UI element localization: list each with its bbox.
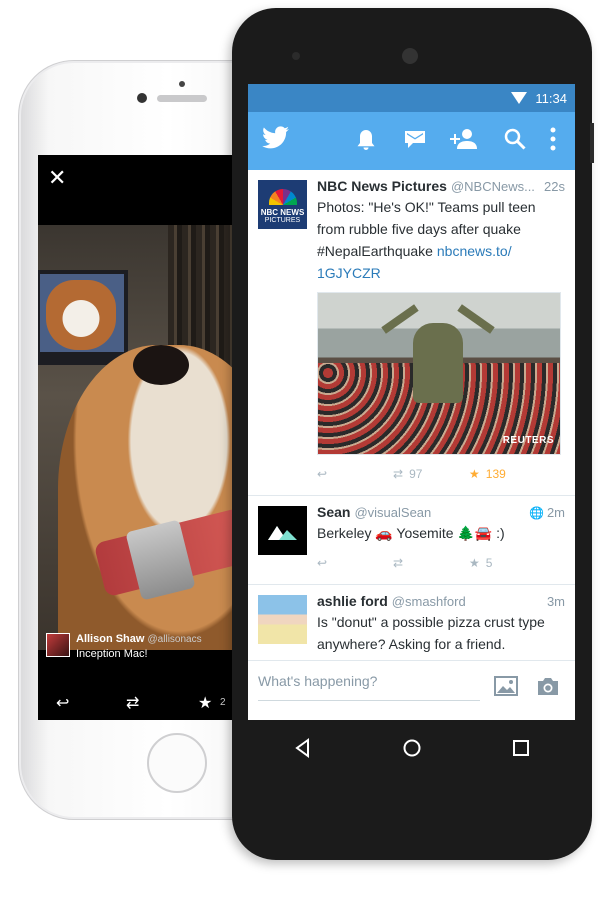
marketing-stage: ✕ Allison Shaw @allisonacs Inception Mac… <box>0 0 600 900</box>
iphone-screen: ✕ Allison Shaw @allisonacs Inception Mac… <box>38 155 253 720</box>
tweet-photo[interactable] <box>38 225 253 650</box>
twitter-bird-icon[interactable] <box>262 126 290 155</box>
tweet-timestamp: 2m <box>546 505 565 520</box>
iphone-action-bar: ↩ ⇄ ★ 2 <box>38 685 253 720</box>
dog-on-screen <box>46 280 116 350</box>
monitor <box>38 270 128 365</box>
camera-icon[interactable] <box>536 675 560 702</box>
status-time: 11:34 <box>535 90 567 106</box>
back-icon[interactable] <box>293 737 313 763</box>
mountain-logo-icon <box>268 526 297 540</box>
android-side-button[interactable] <box>590 123 594 163</box>
retweet-icon[interactable]: ⇄ <box>126 693 139 713</box>
tweet-text: Photos: "He's OK!" Teams pull teen from … <box>317 196 565 284</box>
retweet-icon[interactable]: ⇄ <box>393 556 403 570</box>
android-screen: 11:34 NBC NEWS PICTURES NBC News Picture… <box>248 84 575 720</box>
compose-bar: What's happening? <box>248 660 575 720</box>
status-bar: 11:34 <box>248 84 575 112</box>
tweet-media[interactable]: REUTERS <box>317 292 561 455</box>
iphone-sensor <box>179 81 185 87</box>
avatar[interactable] <box>46 633 70 657</box>
android-earpiece <box>402 48 418 64</box>
tweet[interactable]: Sean @visualSean 🌐 2m Berkeley 🚗 Yosemite… <box>248 496 575 585</box>
tweet-timestamp: 22s <box>544 179 565 194</box>
tweet[interactable]: ashlie ford @smashford 3m Is "donut" a p… <box>248 585 575 660</box>
home-icon[interactable] <box>402 738 422 763</box>
tweet-header: ashlie ford @smashford 3m <box>317 593 565 609</box>
avatar-label-primary: NBC NEWS <box>260 208 305 217</box>
add-user-icon[interactable] <box>450 128 478 155</box>
favorite-icon[interactable]: ★ <box>198 693 212 713</box>
timeline-feed[interactable]: NBC NEWS PICTURES NBC News Pictures @NBC… <box>248 170 575 660</box>
attribution-handle: @allisonacs <box>147 634 202 645</box>
app-bar <box>248 112 575 170</box>
tweet-author-handle[interactable]: @visualSean <box>354 505 431 520</box>
android-device: 11:34 NBC NEWS PICTURES NBC News Picture… <box>232 8 594 860</box>
android-sensor <box>292 52 300 60</box>
avatar[interactable] <box>258 595 307 644</box>
media-credit: REUTERS <box>502 435 554 446</box>
overflow-menu-icon[interactable] <box>550 126 556 157</box>
attribution-name[interactable]: Allison Shaw <box>76 633 144 645</box>
tweet-text: Berkeley 🚗 Yosemite 🌲🚘 :) <box>317 525 505 541</box>
reply-icon[interactable]: ↩ <box>317 467 327 481</box>
tweet-timestamp: 3m <box>546 594 565 609</box>
tweet-text: Is "donut" a possible pizza crust type a… <box>317 614 545 652</box>
favorite-count: 139 <box>485 467 506 481</box>
tweet-author-handle[interactable]: @NBCNews... <box>451 179 535 194</box>
monitor-screen <box>40 274 124 352</box>
close-icon[interactable]: ✕ <box>48 167 66 189</box>
tweet[interactable]: NBC NEWS PICTURES NBC News Pictures @NBC… <box>248 170 575 496</box>
rescued-teen-arm-left <box>381 304 419 334</box>
favorite-icon[interactable]: ★ <box>469 467 480 481</box>
retweet-count: 97 <box>409 467 423 481</box>
tweet-header: Sean @visualSean 🌐 2m <box>317 504 565 520</box>
iphone-front-camera <box>137 93 147 103</box>
iphone-speaker <box>157 95 207 102</box>
dog <box>58 345 253 650</box>
avatar[interactable]: NBC NEWS PICTURES <box>258 180 307 229</box>
reply-icon[interactable]: ↩ <box>56 693 69 713</box>
notifications-icon[interactable] <box>356 128 376 157</box>
iphone-home-button[interactable] <box>147 733 207 793</box>
tweet-header: NBC News Pictures @NBCNews... 22s <box>317 178 565 194</box>
compose-input[interactable]: What's happening? <box>258 673 480 701</box>
reply-icon[interactable]: ↩ <box>317 556 327 570</box>
tweet-author-name[interactable]: Sean <box>317 504 350 520</box>
avatar[interactable] <box>258 506 307 555</box>
tweet-author-name[interactable]: ashlie ford <box>317 593 388 609</box>
search-icon[interactable] <box>504 128 526 155</box>
favorite-icon[interactable]: ★ <box>469 556 480 570</box>
photo-attribution: Allison Shaw @allisonacs Inception Mac! <box>46 633 202 660</box>
wifi-icon <box>511 92 528 104</box>
nbc-peacock-logo <box>268 189 297 205</box>
attribution-text: Inception Mac! <box>76 648 148 660</box>
rescued-teen <box>413 323 463 403</box>
tweet-author-name[interactable]: NBC News Pictures <box>317 178 447 194</box>
favorite-count: 5 <box>485 556 493 570</box>
favorite-count: 2 <box>220 697 226 708</box>
recents-icon[interactable] <box>512 739 530 762</box>
tweet-author-handle[interactable]: @smashford <box>392 594 466 609</box>
retweet-icon[interactable]: ⇄ <box>393 467 403 481</box>
avatar-label-secondary: PICTURES <box>264 217 301 224</box>
tweet-actions: ↩ ⇄ 97 ★ 139 <box>317 461 565 487</box>
location-icon: 🌐 <box>528 506 544 520</box>
android-nav-bar <box>248 720 575 780</box>
rescued-teen-arm-right <box>457 304 495 334</box>
gallery-icon[interactable] <box>494 675 518 702</box>
dog-nose <box>133 345 189 385</box>
messages-icon[interactable] <box>404 128 426 155</box>
tweet-actions: ↩ ⇄ ★ 5 <box>317 550 565 576</box>
